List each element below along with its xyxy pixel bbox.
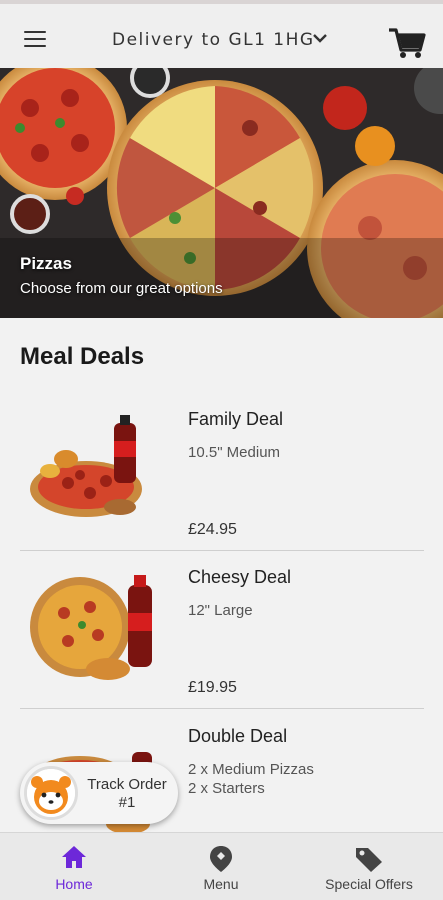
home-icon <box>62 846 86 868</box>
hamburger-icon[interactable] <box>24 31 46 47</box>
deal-price: £19.95 <box>188 679 237 696</box>
nav-menu-label: Menu <box>203 876 239 892</box>
deal-description: 12" Large <box>188 602 253 619</box>
hero-subtitle: Choose from our great options <box>20 280 223 297</box>
nav-home[interactable]: Home <box>44 833 104 900</box>
chevron-down-icon[interactable] <box>312 32 328 44</box>
family-deal-image <box>30 415 142 517</box>
delivery-address-selector[interactable]: Delivery to GL1 1HG <box>112 30 315 50</box>
tag-icon <box>356 848 382 872</box>
track-order-label: Track Order <box>87 776 167 793</box>
top-app-bar: Delivery to GL1 1HG <box>0 0 443 68</box>
hero-banner[interactable]: Pizzas Choose from our great options <box>0 68 443 318</box>
deal-item-family[interactable]: Family Deal 10.5" Medium £24.95 <box>20 393 424 551</box>
nav-special-offers[interactable]: Special Offers <box>314 833 424 900</box>
nav-menu[interactable]: Menu <box>191 833 251 900</box>
nav-special-offers-label: Special Offers <box>325 876 413 892</box>
section-title: Meal Deals <box>20 343 145 370</box>
divider <box>20 708 424 709</box>
bottom-navigation: Home Menu Special Offers <box>0 832 443 900</box>
deal-name: Cheesy Deal <box>188 567 292 587</box>
track-order-button[interactable]: Track Order #1 <box>20 762 178 824</box>
deal-description: 10.5" Medium <box>188 444 281 461</box>
track-order-number: #1 <box>118 794 136 811</box>
deal-description-line: 2 x Medium Pizzas <box>188 761 314 778</box>
location-pin-icon <box>210 846 232 872</box>
nav-home-label: Home <box>55 876 93 892</box>
cart-icon[interactable] <box>388 26 426 60</box>
hero-title: Pizzas <box>20 254 72 273</box>
deal-description-line: 2 x Starters <box>188 780 265 797</box>
deal-item-cheesy[interactable]: Cheesy Deal 12" Large £19.95 <box>20 551 424 709</box>
cheesy-deal-image <box>30 575 152 680</box>
panda-avatar-icon <box>24 766 78 820</box>
deal-price: £24.95 <box>188 521 237 538</box>
deal-description: 2 x Medium Pizzas 2 x Starters <box>188 760 314 798</box>
deal-name: Family Deal <box>188 409 284 429</box>
deal-name: Double Deal <box>188 726 288 746</box>
